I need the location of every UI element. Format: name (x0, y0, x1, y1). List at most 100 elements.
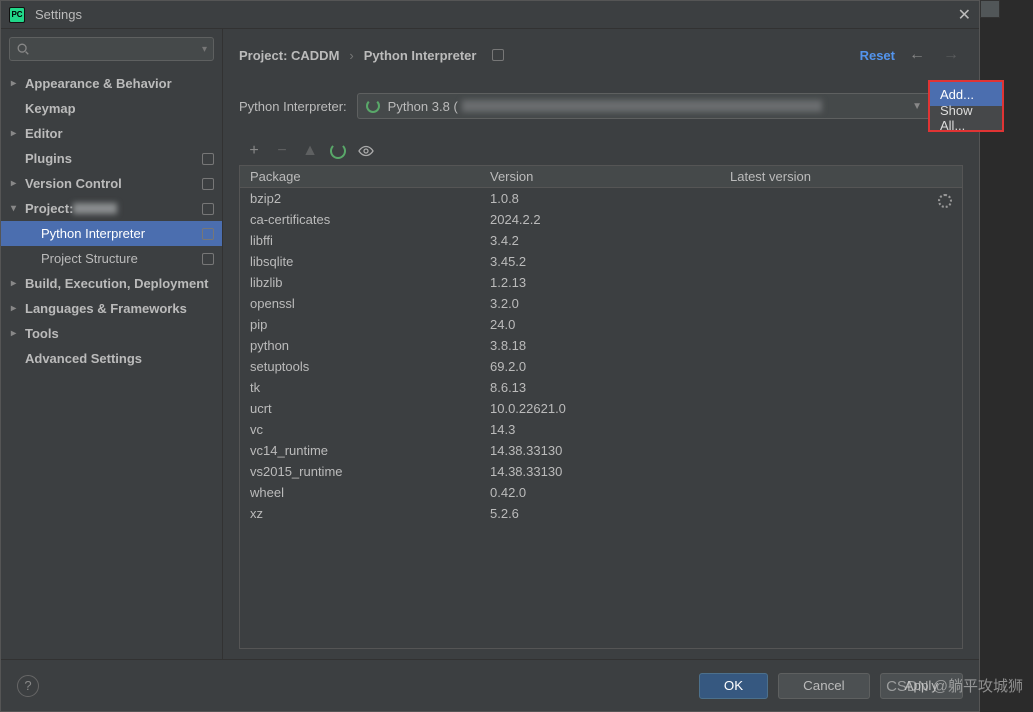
cell-version: 14.38.33130 (480, 464, 720, 479)
sidebar-item-advanced-settings[interactable]: Advanced Settings (1, 346, 222, 371)
cell-version: 14.3 (480, 422, 720, 437)
table-row[interactable]: openssl3.2.0 (240, 293, 962, 314)
sidebar-item-label: Plugins (25, 151, 72, 166)
badge-icon (202, 203, 214, 215)
table-row[interactable]: ca-certificates2024.2.2 (240, 209, 962, 230)
sidebar-item-label: Editor (25, 126, 63, 141)
sidebar-item-label: Python Interpreter (41, 226, 145, 241)
table-row[interactable]: wheel0.42.0 (240, 482, 962, 503)
reload-button[interactable] (329, 142, 347, 160)
sidebar-item-version-control[interactable]: ▸Version Control (1, 171, 222, 196)
packages-table: Package Version Latest version bzip21.0.… (239, 165, 963, 649)
cell-version: 69.2.0 (480, 359, 720, 374)
cell-version: 8.6.13 (480, 380, 720, 395)
main-panel: Project: CADDM › Python Interpreter Rese… (223, 29, 979, 659)
sidebar-item-label: Tools (25, 326, 59, 341)
table-row[interactable]: setuptools69.2.0 (240, 356, 962, 377)
sidebar-item-keymap[interactable]: Keymap (1, 96, 222, 121)
cell-version: 24.0 (480, 317, 720, 332)
col-version[interactable]: Version (480, 169, 720, 184)
forward-icon[interactable]: → (939, 46, 963, 64)
sidebar-item-plugins[interactable]: Plugins (1, 146, 222, 171)
search-input[interactable]: ▾ (9, 37, 214, 61)
show-early-releases-button[interactable] (357, 142, 375, 160)
chevron-icon: ▸ (11, 128, 25, 139)
cell-version: 3.4.2 (480, 233, 720, 248)
cell-package: python (240, 338, 480, 353)
sidebar-item-tools[interactable]: ▸Tools (1, 321, 222, 346)
close-icon[interactable]: ✕ (958, 5, 971, 25)
cell-version: 14.38.33130 (480, 443, 720, 458)
col-latest[interactable]: Latest version (720, 169, 962, 184)
help-button[interactable]: ? (17, 675, 39, 697)
sidebar-item-label: Languages & Frameworks (25, 301, 187, 316)
cell-version: 2024.2.2 (480, 212, 720, 227)
chevron-down-icon: ▼ (912, 101, 922, 112)
loading-spinner-icon (938, 194, 952, 208)
table-row[interactable]: libffi3.4.2 (240, 230, 962, 251)
reload-icon (330, 143, 346, 159)
editor-tab (980, 0, 1000, 18)
cell-version: 10.0.22621.0 (480, 401, 720, 416)
sidebar-item-project[interactable]: ▾Project: (1, 196, 222, 221)
table-row[interactable]: python3.8.18 (240, 335, 962, 356)
reset-link[interactable]: Reset (860, 48, 895, 63)
cell-package: ucrt (240, 401, 480, 416)
sidebar-item-label: Project Structure (41, 251, 138, 266)
chevron-icon: ▾ (11, 203, 25, 214)
settings-tree: ▸Appearance & Behavior Keymap ▸Editor Pl… (1, 69, 222, 659)
chevron-down-icon: ▾ (202, 44, 207, 55)
sidebar: ▾ ▸Appearance & Behavior Keymap ▸Editor … (1, 29, 223, 659)
cell-package: bzip2 (240, 191, 480, 206)
cell-package: openssl (240, 296, 480, 311)
col-package[interactable]: Package (240, 169, 480, 184)
blurred-path (462, 100, 822, 112)
sidebar-item-editor[interactable]: ▸Editor (1, 121, 222, 146)
ok-button[interactable]: OK (699, 673, 768, 699)
sidebar-item-label: Project: (25, 201, 73, 216)
table-row[interactable]: vc14_runtime14.38.33130 (240, 440, 962, 461)
remove-package-button[interactable]: − (273, 142, 291, 160)
sidebar-item-label: Appearance & Behavior (25, 76, 172, 91)
cell-package: libffi (240, 233, 480, 248)
chevron-icon: ▸ (11, 303, 25, 314)
interpreter-combo[interactable]: Python 3.8 ( ▼ (357, 93, 931, 119)
settings-window: PC Settings ✕ ▾ ▸Appearance & Behavior K… (0, 0, 980, 712)
back-icon[interactable]: ← (905, 46, 929, 64)
upgrade-package-button[interactable]: ▲ (301, 142, 319, 160)
sidebar-item-project-structure[interactable]: Project Structure (1, 246, 222, 271)
cell-package: vc (240, 422, 480, 437)
cell-version: 1.0.8 (480, 191, 720, 206)
sidebar-item-appearance-behavior[interactable]: ▸Appearance & Behavior (1, 71, 222, 96)
add-package-button[interactable]: + (245, 142, 263, 160)
sidebar-item-build-execution-deployment[interactable]: ▸Build, Execution, Deployment (1, 271, 222, 296)
cancel-button[interactable]: Cancel (778, 673, 870, 699)
interpreter-dropdown-menu: Add... Show All... (928, 80, 1004, 132)
breadcrumb: Project: CADDM › Python Interpreter Rese… (239, 41, 963, 69)
table-row[interactable]: ucrt10.0.22621.0 (240, 398, 962, 419)
chevron-right-icon: › (349, 48, 353, 63)
app-icon: PC (9, 7, 25, 23)
badge-icon (202, 253, 214, 265)
eye-icon (358, 143, 374, 159)
apply-button[interactable]: Apply (880, 673, 963, 699)
show-all-item[interactable]: Show All... (930, 106, 1002, 130)
table-row[interactable]: xz5.2.6 (240, 503, 962, 524)
table-row[interactable]: pip24.0 (240, 314, 962, 335)
cell-package: setuptools (240, 359, 480, 374)
sidebar-item-languages-frameworks[interactable]: ▸Languages & Frameworks (1, 296, 222, 321)
table-row[interactable]: vs2015_runtime14.38.33130 (240, 461, 962, 482)
cell-package: libzlib (240, 275, 480, 290)
table-row[interactable]: tk8.6.13 (240, 377, 962, 398)
table-row[interactable]: libsqlite3.45.2 (240, 251, 962, 272)
sidebar-item-python-interpreter[interactable]: Python Interpreter (1, 221, 222, 246)
window-title: Settings (35, 7, 82, 22)
cell-package: xz (240, 506, 480, 521)
table-row[interactable]: bzip21.0.8 (240, 188, 962, 209)
badge-icon (492, 49, 504, 61)
table-row[interactable]: libzlib1.2.13 (240, 272, 962, 293)
badge-icon (202, 178, 214, 190)
body: ▾ ▸Appearance & Behavior Keymap ▸Editor … (1, 29, 979, 659)
table-row[interactable]: vc14.3 (240, 419, 962, 440)
cell-version: 3.2.0 (480, 296, 720, 311)
